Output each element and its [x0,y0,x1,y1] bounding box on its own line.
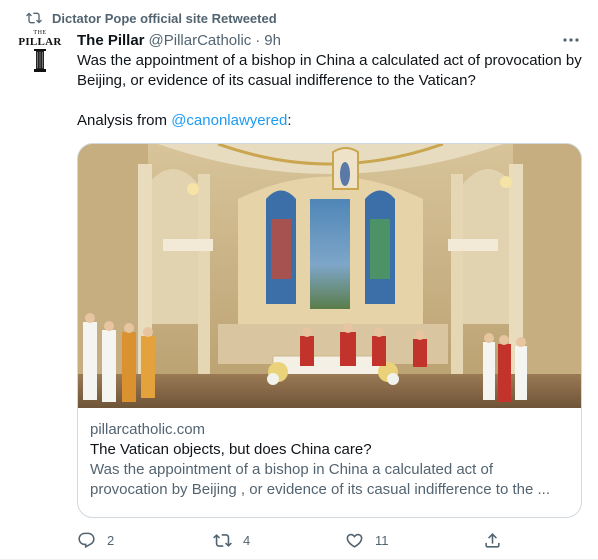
card-title: The Vatican objects, but does China care… [90,441,372,458]
retweet-action-icon [213,533,232,547]
card-description-line-1: Was the appointment of a bishop in China… [90,461,494,478]
tweet-header: The Pillar @PillarCatholic · 9h [77,30,281,50]
pillar-logo-icon [34,49,46,72]
retweet-count: 4 [243,532,251,548]
author-name[interactable]: The Pillar [77,32,145,49]
card-description-line-2: provocation by Beijing , or evidence of … [90,481,550,498]
avatar[interactable]: THE PILLAR [16,30,64,78]
like-count: 11 [375,532,389,548]
tweet-analysis-line: Analysis from @canonlawyered: [77,111,582,131]
reply-button[interactable]: 2 [77,528,114,552]
mention-link[interactable]: @canonlawyered [171,112,287,129]
more-options-button[interactable] [560,30,582,50]
retweet-icon [26,12,42,24]
retweet-button[interactable]: 4 [213,528,250,552]
card-meta: pillarcatholic.com The Vatican objects, … [90,420,570,500]
heart-icon [346,533,363,548]
link-preview-card[interactable]: pillarcatholic.com The Vatican objects, … [77,143,582,518]
tweet-text: Was the appointment of a bishop in China… [77,51,582,131]
retweet-label: Dictator Pope official site Retweeted [52,10,277,26]
reply-icon [78,532,95,548]
card-domain: pillarcatholic.com [90,421,206,438]
card-image[interactable] [78,144,581,408]
analysis-suffix: : [287,112,292,129]
tweet-body: Was the appointment of a bishop in China… [77,52,582,89]
church-interior-photo [78,144,581,408]
more-icon [563,38,579,42]
share-icon [485,532,500,548]
tweet[interactable]: Dictator Pope official site Retweeted TH… [0,0,598,560]
tweet-timestamp[interactable]: 9h [264,32,281,49]
analysis-prefix: Analysis from [77,112,172,129]
tweet-actions: 2 4 11 [77,528,502,552]
like-button[interactable]: 11 [345,528,389,552]
header-separator: · [255,31,261,49]
reply-count: 2 [107,532,115,548]
author-handle[interactable]: @PillarCatholic [149,32,252,49]
avatar-logo-text: PILLAR [18,36,62,48]
retweet-context[interactable]: Dictator Pope official site Retweeted [26,10,277,26]
share-button[interactable] [483,528,502,552]
